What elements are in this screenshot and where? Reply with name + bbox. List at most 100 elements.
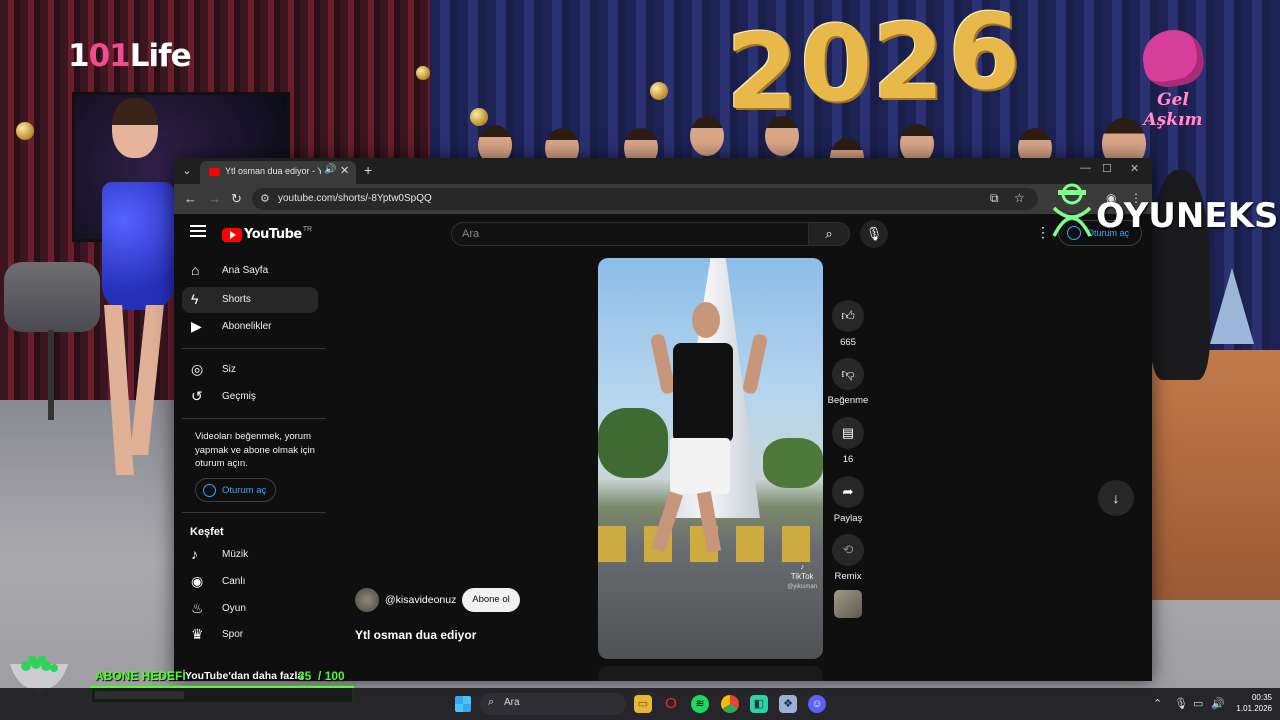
network-icon[interactable]: ▭	[1193, 697, 1203, 710]
channel-logo-suffix: Life	[129, 38, 192, 74]
comments-button[interactable]: ▤	[832, 417, 864, 449]
speaker-icon[interactable]: 🔊	[324, 164, 336, 175]
forward-arrow-icon[interactable]: →	[208, 191, 221, 206]
search-icon: ⌕	[825, 226, 833, 241]
ornament-ball	[470, 108, 488, 126]
volume-icon[interactable]: 🔊	[1211, 697, 1225, 710]
sidebar-item-gaming[interactable]: ♨ Oyun	[182, 596, 318, 622]
remix-button[interactable]: ⟲	[832, 534, 864, 566]
video-person-shorts	[670, 438, 730, 494]
sidebar-item-you[interactable]: ◎ Siz	[182, 357, 318, 383]
close-icon[interactable]: ✕	[340, 164, 349, 177]
back-arrow-icon[interactable]: ←	[184, 191, 197, 206]
system-clock[interactable]: 00:35 1.01.2026	[1232, 692, 1272, 714]
share-button[interactable]: ➦	[832, 476, 864, 508]
sidebar-item-shorts[interactable]: ϟ Shorts	[182, 287, 318, 313]
browser-toolbar: ← → ↻ ⚙ youtube.com/shorts/-8Yptw0SpQQ ⧉…	[174, 184, 1152, 214]
maximize-icon[interactable]: ☐	[1102, 162, 1112, 175]
share-arrow-icon: ➦	[842, 484, 854, 499]
share-label: Paylaş	[833, 513, 863, 524]
search-box[interactable]	[451, 222, 809, 246]
comment-icon: ▤	[841, 425, 855, 440]
sidebar-item-label: Ana Sayfa	[222, 265, 269, 276]
dislike-button[interactable]: 👎︎	[832, 358, 864, 390]
window-close-icon[interactable]: ✕	[1130, 162, 1139, 175]
install-app-icon[interactable]: ⧉	[990, 191, 999, 206]
wooden-cabinet	[1140, 350, 1280, 600]
browser-tab-active[interactable]: Ytl osman dua ediyor - YouTube 🔊 ✕	[200, 161, 356, 184]
sidebar-item-label: Siz	[222, 364, 236, 375]
minimize-icon[interactable]: —	[1080, 162, 1091, 174]
clock-time: 00:35	[1251, 693, 1272, 702]
reload-icon[interactable]: ↻	[231, 191, 242, 207]
show-logo-text: Gel Aşkım	[1143, 90, 1203, 130]
voice-search-button[interactable]: 🎙	[860, 220, 888, 248]
youtube-logo[interactable]: YouTubeTR	[222, 226, 312, 244]
sidebar-divider	[182, 348, 326, 349]
youtube-wordmark: YouTube	[244, 227, 302, 243]
sidebar-item-subscriptions[interactable]: ▶ Abonelikler	[182, 314, 318, 340]
hamburger-menu-icon[interactable]	[190, 225, 206, 237]
studio-chair	[4, 262, 100, 332]
chrome-icon[interactable]	[721, 695, 739, 713]
goal-target: / 100	[318, 669, 345, 683]
app-icon[interactable]: ◧	[750, 695, 768, 713]
remix-label: Remix	[834, 571, 862, 582]
file-explorer-icon[interactable]: ▭	[634, 695, 652, 713]
sidebar-item-home[interactable]: ⌂ Ana Sayfa	[182, 258, 318, 284]
search-button[interactable]: ⌕	[808, 222, 850, 246]
video-person	[673, 343, 733, 443]
channel-handle[interactable]: @kisavideonuz	[385, 594, 456, 606]
next-short-button[interactable]: ↓	[1098, 480, 1134, 516]
search-input[interactable]	[462, 228, 792, 240]
tiktok-watermark-text: TikTok	[790, 572, 814, 581]
sidebar-item-music[interactable]: ♪ Müzik	[182, 542, 318, 568]
sidebar-item-label: Abonelikler	[222, 321, 272, 332]
video-person-head	[692, 302, 720, 338]
site-info-icon[interactable]: ⚙	[260, 192, 270, 205]
clock-date: 1.01.2026	[1236, 704, 1272, 713]
short-video-player[interactable]: ♪ TikTok @yilosman	[598, 258, 823, 659]
url-text[interactable]: youtube.com/shorts/-8Yptw0SpQQ	[278, 193, 432, 204]
home-icon: ⌂	[191, 262, 200, 278]
sidebar-divider	[182, 512, 326, 513]
bookmark-star-icon[interactable]: ☆	[1014, 191, 1025, 205]
microphone-icon: 🎙	[865, 226, 883, 241]
tray-chevron-icon[interactable]: ⌃	[1153, 697, 1162, 710]
ornament-ball	[650, 82, 668, 100]
taskbar-search[interactable]: ⌕	[480, 693, 626, 715]
christmas-tree-ornament	[1210, 268, 1254, 344]
sidebar-item-live[interactable]: ◉ Canlı	[182, 569, 318, 595]
app-icon-2[interactable]: ❖	[779, 695, 797, 713]
goal-current: 35	[298, 669, 312, 683]
opera-icon[interactable]: O	[662, 695, 680, 713]
new-tab-button[interactable]: +	[364, 162, 372, 178]
arrow-down-icon: ↓	[1112, 490, 1120, 506]
country-code: TR	[302, 226, 313, 233]
discord-icon[interactable]: ☺	[808, 695, 826, 713]
channel-avatar[interactable]	[355, 588, 379, 612]
signin-button-sidebar[interactable]: Oturum aç	[195, 478, 276, 502]
short-title[interactable]: Ytl osman dua ediyor	[355, 628, 476, 642]
comment-count: 16	[842, 454, 854, 465]
ornament-ball	[16, 122, 34, 140]
balloon-digit: 6	[948, 0, 1021, 113]
like-button[interactable]: 👍︎	[832, 300, 864, 332]
subscribe-button[interactable]: Abone ol	[462, 588, 520, 612]
taskbar-search-input[interactable]	[504, 697, 614, 708]
explore-heading: Keşfet	[190, 526, 224, 538]
subscriber-goal-count: 35 / 100	[298, 669, 345, 683]
tab-search-button[interactable]: ⌄	[180, 164, 194, 178]
microphone-icon[interactable]: 🎙	[1174, 697, 1188, 710]
music-icon: ♪	[191, 546, 198, 562]
sidebar-item-history[interactable]: ↺ Geçmiş	[182, 384, 318, 410]
sidebar-item-sports[interactable]: ♛ Spor	[182, 622, 318, 648]
sidebar-item-label: Spor	[222, 629, 244, 640]
sidebar-item-label: Geçmiş	[222, 391, 256, 402]
spotify-icon[interactable]: ≋	[691, 695, 709, 713]
windows-start-icon[interactable]	[455, 696, 471, 712]
balloon-digit: 2	[726, 11, 799, 133]
windows-taskbar: ⌕ ▭ O ≋ ◧ ❖ ☺ ⌃ 🎙 ▭ 🔊 00:35 1.01.2026	[0, 688, 1280, 720]
sound-thumbnail[interactable]	[834, 590, 862, 618]
address-bar[interactable]: ⚙ youtube.com/shorts/-8Yptw0SpQQ	[252, 188, 1038, 210]
